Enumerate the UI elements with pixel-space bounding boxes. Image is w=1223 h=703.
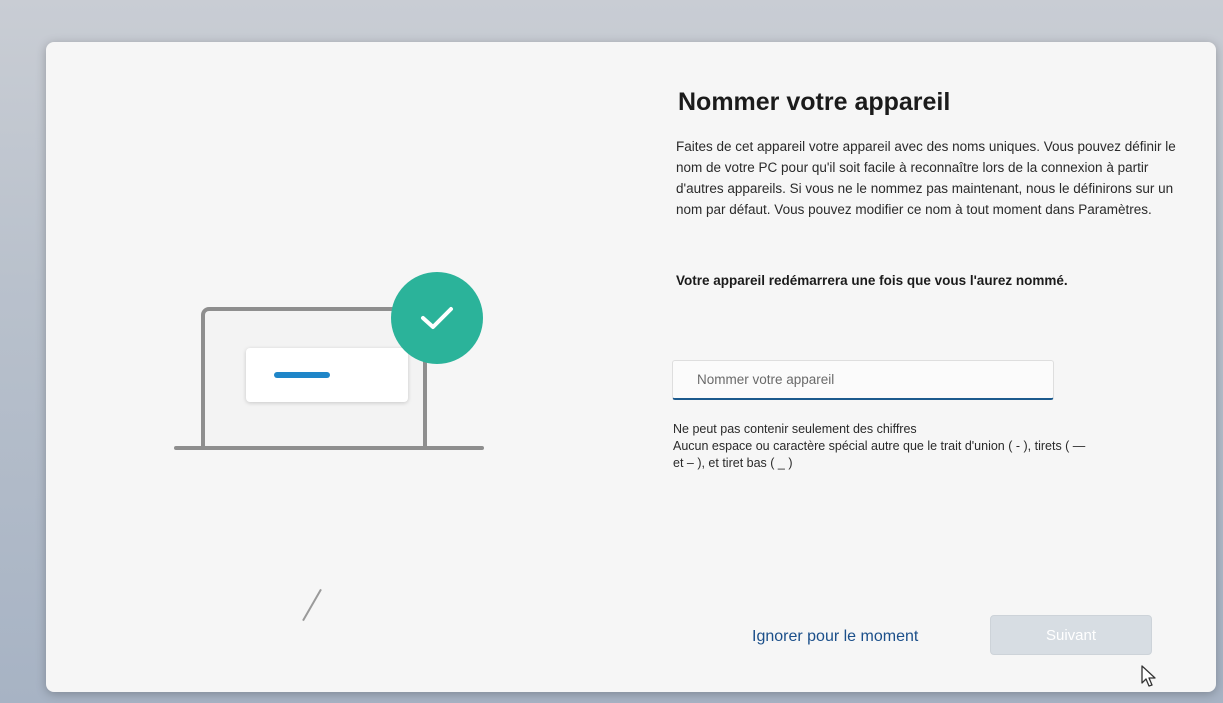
laptop-base-graphic — [174, 446, 484, 450]
skip-for-now-link[interactable]: Ignorer pour le moment — [752, 628, 918, 646]
next-button[interactable]: Suivant — [990, 615, 1152, 655]
check-icon — [391, 272, 483, 364]
naming-rules: Ne peut pas contenir seulement des chiff… — [673, 421, 1093, 472]
device-name-input[interactable] — [672, 360, 1054, 400]
rule-no-digits-only: Ne peut pas contenir seulement des chiff… — [673, 422, 917, 436]
rule-allowed-characters: Aucun espace ou caractère spécial autre … — [673, 439, 1086, 470]
device-illustration — [46, 42, 666, 692]
page-description: Faites de cet appareil votre appareil av… — [676, 139, 1176, 217]
page-title: Nommer votre appareil — [678, 88, 951, 116]
dialog-card-graphic — [246, 348, 408, 402]
decorative-stroke — [302, 588, 322, 622]
restart-note: Votre appareil redémarrera une fois que … — [676, 273, 1068, 288]
progress-bar-graphic — [274, 372, 330, 378]
oobe-window: Nommer votre appareil Faites de cet appa… — [46, 42, 1216, 692]
mouse-pointer-icon — [1140, 664, 1158, 692]
